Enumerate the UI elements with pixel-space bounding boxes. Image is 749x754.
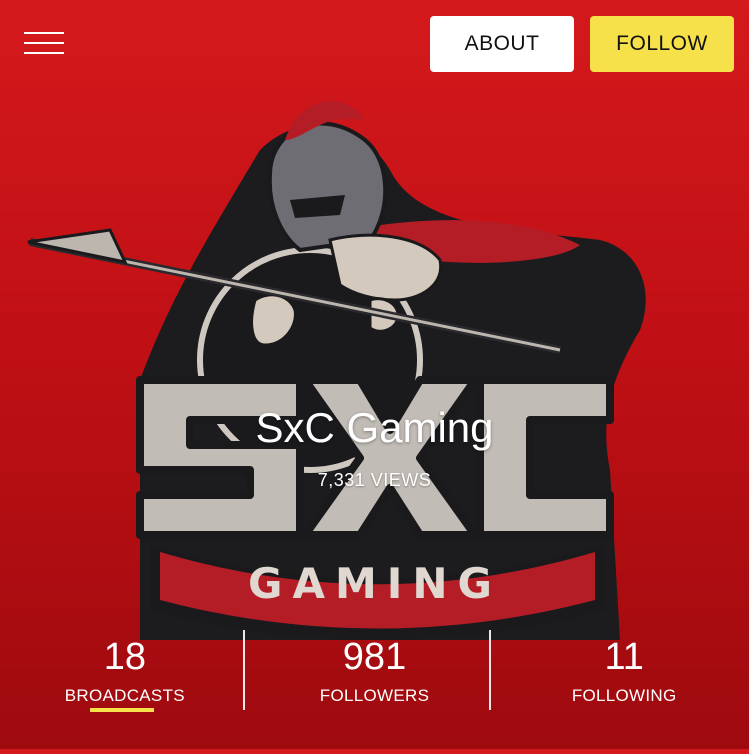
follow-button[interactable]: FOLLOW — [590, 16, 734, 72]
channel-name: SxC Gaming — [255, 404, 494, 451]
tab-following[interactable]: 11 FOLLOWING — [499, 630, 749, 712]
view-count: 7,331 VIEWS — [317, 470, 432, 490]
followers-count: 981 — [342, 636, 407, 678]
followers-label: FOLLOWERS — [319, 686, 430, 705]
stats-divider — [243, 630, 245, 710]
tab-broadcasts[interactable]: 18 BROADCASTS — [0, 630, 250, 712]
about-button[interactable]: ABOUT — [430, 16, 574, 72]
hamburger-menu-icon[interactable] — [24, 32, 64, 56]
stats-divider — [489, 630, 491, 710]
broadcasts-count: 18 — [103, 636, 146, 678]
broadcasts-label: BROADCASTS — [64, 686, 185, 705]
tab-followers[interactable]: 981 FOLLOWERS — [250, 630, 500, 712]
active-tab-indicator — [90, 708, 154, 712]
logo-subword: GAMING — [248, 559, 502, 608]
following-count: 11 — [604, 636, 644, 678]
following-label: FOLLOWING — [571, 686, 677, 705]
stats-bar: 18 BROADCASTS 981 FOLLOWERS 11 FOLLOWING — [0, 630, 749, 712]
